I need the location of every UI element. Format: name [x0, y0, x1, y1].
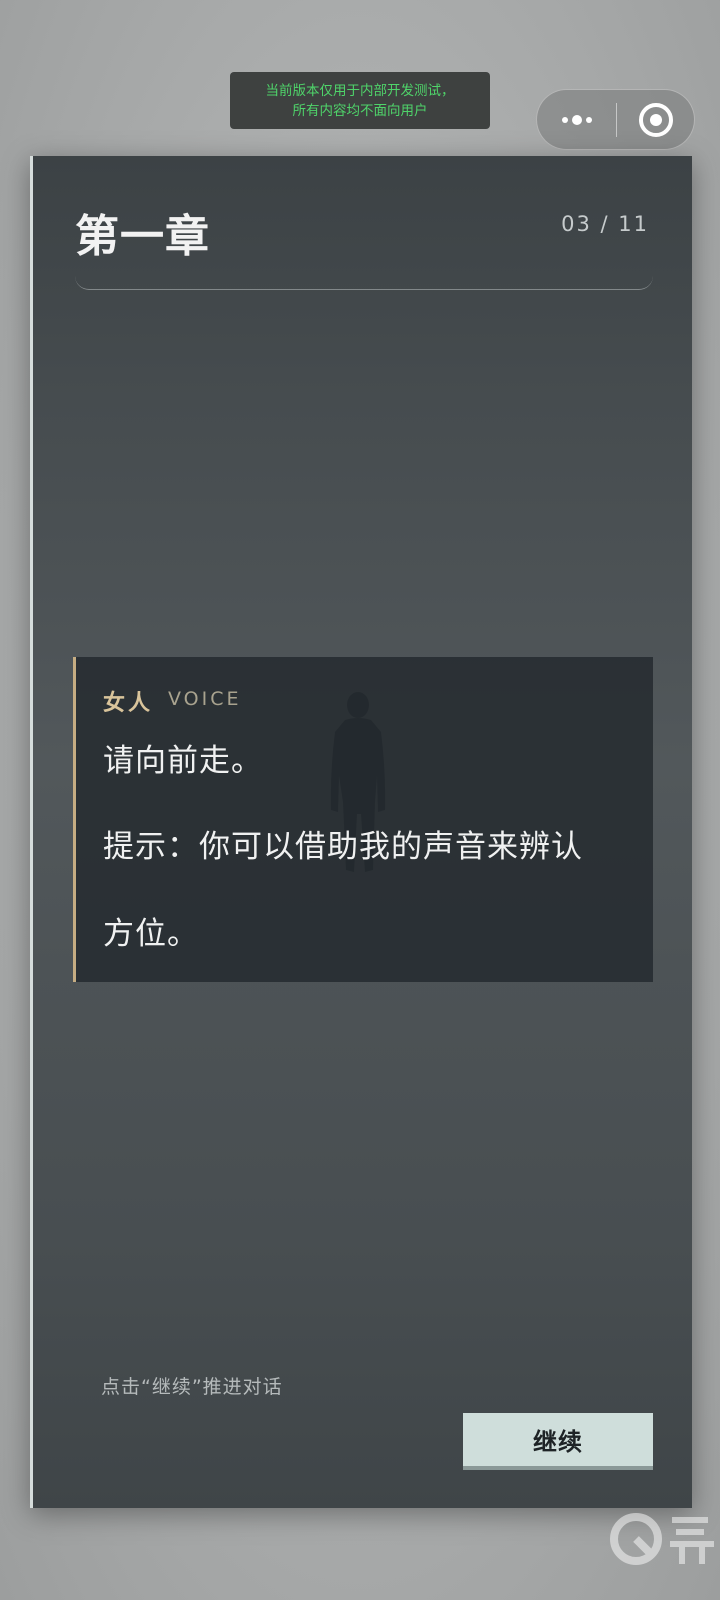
more-dots-icon[interactable] [537, 90, 616, 149]
dialog-line: 请向前走。 [103, 743, 263, 779]
speaker-name: 女人 [103, 691, 154, 716]
capsule-divider [616, 103, 617, 137]
header-divider [75, 276, 653, 290]
dialog-box[interactable]: 女人 VOICE 请向前走。 提示：你可以借助我的声音来辨认 方位。 [73, 657, 653, 982]
continue-hint: 点击“继续”推进对话 [101, 1376, 283, 1398]
story-card: 第一章 03 / 11 女人 VOICE 请向前走。 提示：你可以借助我的声音来… [30, 156, 692, 1508]
dev-banner-line2: 所有内容均不面向用户 [292, 102, 428, 119]
dev-banner-line1: 当前版本仅用于内部开发测试， [265, 82, 455, 99]
page-progress: 03 / 11 [561, 212, 649, 236]
logo-watermark-icon [610, 1513, 714, 1565]
speaker-tag: VOICE [168, 688, 242, 710]
dialog-line: 方位。 [103, 916, 199, 952]
continue-button[interactable]: 继续 [463, 1413, 653, 1470]
miniprogram-capsule [536, 89, 695, 150]
target-circle-icon[interactable] [639, 103, 673, 137]
chapter-title: 第一章 [75, 211, 210, 262]
dialog-line: 提示：你可以借助我的声音来辨认 [103, 829, 583, 865]
dev-test-banner: 当前版本仅用于内部开发测试， 所有内容均不面向用户 [230, 72, 490, 129]
